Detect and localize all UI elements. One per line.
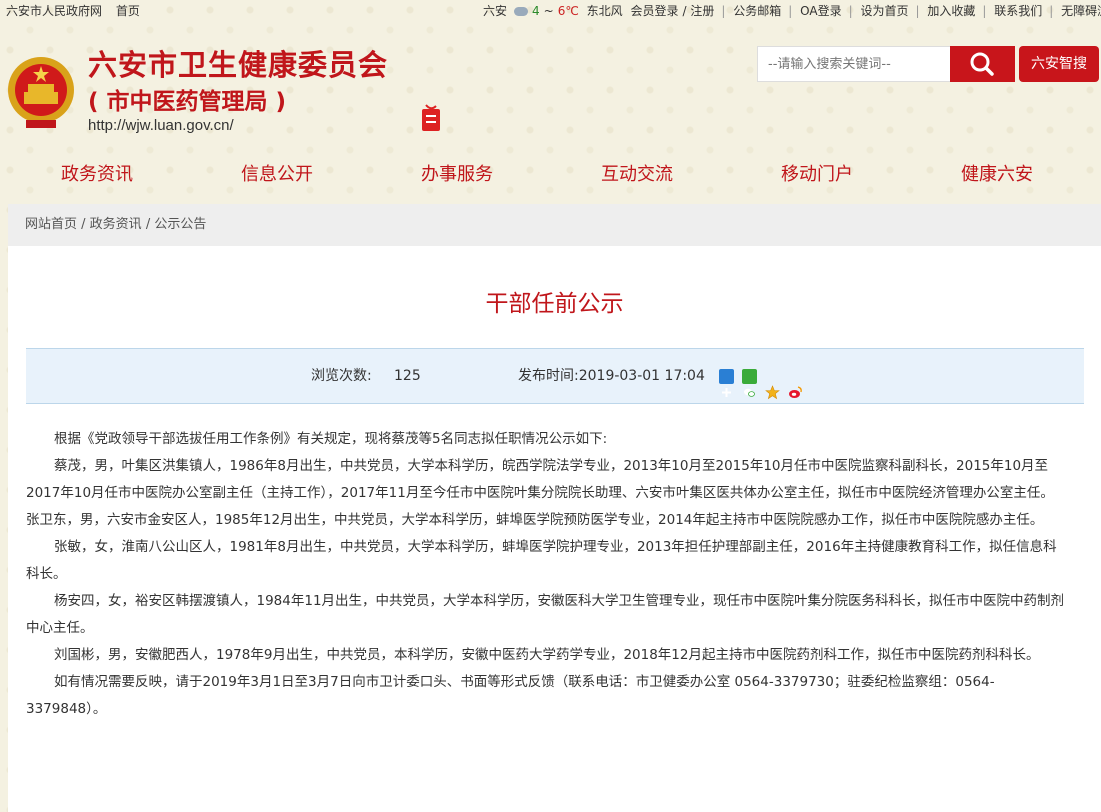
views-label: 浏览次数: <box>311 368 372 384</box>
site-url[interactable]: http://wjw.luan.gov.cn/ <box>88 117 234 134</box>
nav-item-services[interactable]: 办事服务 <box>421 155 493 195</box>
nav-item-news[interactable]: 政务资讯 <box>61 155 133 195</box>
nav-item-health[interactable]: 健康六安 <box>961 155 1033 195</box>
accessible-link[interactable]: 无障碍浏览 <box>1061 4 1101 18</box>
register-link[interactable]: 注册 <box>690 4 714 18</box>
search-icon <box>970 52 994 76</box>
weather-wind: 东北风 <box>586 4 623 18</box>
seal-icon <box>420 103 442 133</box>
main-nav: 政务资讯 信息公开 办事服务 互动交流 移动门户 健康六安 <box>0 155 1101 195</box>
breadcrumb-current[interactable]: 公示公告 <box>154 217 206 232</box>
nav-item-interaction[interactable]: 互动交流 <box>601 155 673 195</box>
contact-link[interactable]: 联系我们 <box>994 4 1042 18</box>
article-paragraph: 刘国彬，男，安徽肥西人，1978年9月出生，中共党员，本科学历，安徽中医药大学药… <box>54 647 1040 663</box>
published-label: 发布时间: <box>518 368 579 384</box>
article-container: 干部任前公示 浏览次数: 125 发布时间:2019-03-01 17:04 根… <box>8 246 1101 812</box>
breadcrumb-home[interactable]: 网站首页 <box>25 217 77 232</box>
qzone-star-icon[interactable] <box>765 369 780 400</box>
mail-link[interactable]: 公务邮箱 <box>733 4 781 18</box>
weather-cloud-icon <box>514 7 529 16</box>
search-input[interactable] <box>758 47 950 81</box>
emblem-icon <box>6 52 76 132</box>
share-plus-icon[interactable] <box>719 369 734 397</box>
breadcrumb: 网站首页 / 政务资讯 / 公示公告 <box>8 204 1101 246</box>
article-meta: 浏览次数: 125 发布时间:2019-03-01 17:04 <box>26 348 1084 404</box>
login-link[interactable]: 会员登录 <box>631 4 679 18</box>
published-date: 2019-03-01 17:04 <box>578 368 705 384</box>
article-paragraph: 根据《党政领导干部选拔任用工作条例》有关规定，现将蔡茂等5名同志拟任职情况公示如… <box>54 431 608 447</box>
breadcrumb-section[interactable]: 政务资讯 <box>90 217 142 232</box>
weather-city: 六安 <box>483 4 508 18</box>
temp-high: 6℃ <box>557 4 579 18</box>
favorite-link[interactable]: 加入收藏 <box>927 4 975 18</box>
nav-item-info[interactable]: 信息公开 <box>241 155 313 195</box>
gov-site-link[interactable]: 六安市人民政府网 <box>6 4 102 18</box>
oa-link[interactable]: OA登录 <box>800 4 841 18</box>
wechat-icon[interactable] <box>742 369 757 397</box>
article-paragraph: 杨安四，女，裕安区韩摆渡镇人，1984年11月出生，中共党员，大学本科学历，安徽… <box>26 593 1065 636</box>
home-link[interactable]: 首页 <box>116 4 140 18</box>
temp-low: 4 <box>532 4 540 18</box>
breadcrumb-sep: / <box>141 217 155 232</box>
top-bar-right: 六安 4 ~6℃ 东北风 会员登录 / 注册 | 公务邮箱 | OA登录 | 设为首页 | 加… <box>483 0 1101 22</box>
views-count: 125 <box>394 368 421 384</box>
nav-item-mobile[interactable]: 移动门户 <box>781 155 853 195</box>
set-home-link[interactable]: 设为首页 <box>861 4 909 18</box>
article-paragraph: 蔡茂，男，叶集区洪集镇人，1986年8月出生，中共党员，大学本科学历，皖西学院法… <box>26 458 1054 501</box>
search-box <box>757 46 1015 82</box>
top-bar-left: 六安市人民政府网 首页 <box>6 0 150 22</box>
site-subtitle: ( 市中医药管理局 ) <box>88 89 287 115</box>
liuan-search-button[interactable]: 六安智搜 <box>1019 46 1099 82</box>
article-paragraph: 张敏，女，淮南八公山区人，1981年8月出生，中共党员，大学本科学历，蚌埠医学院… <box>26 539 1057 582</box>
published-info: 发布时间:2019-03-01 17:04 <box>518 349 705 403</box>
search-button[interactable] <box>950 46 1015 82</box>
weibo-icon[interactable] <box>788 369 803 398</box>
top-bar: 六安市人民政府网 首页 六安 4 ~6℃ 东北风 会员登录 / 注册 | 公务邮箱 | O… <box>0 0 1101 22</box>
article-body: 根据《党政领导干部选拔任用工作条例》有关规定，现将蔡茂等5名同志拟任职情况公示如… <box>26 426 1066 723</box>
article-title: 干部任前公示 <box>485 291 624 317</box>
site-title: 六安市卫生健康委员会 <box>88 48 389 82</box>
temp-sep: ~ <box>543 4 554 18</box>
breadcrumb-sep: / <box>77 217 90 232</box>
article-paragraph: 张卫东，男，六安市金安区人，1985年12月出生，中共党员，大学本科学历，蚌埠医… <box>26 512 1044 528</box>
article-paragraph: 如有情况需要反映，请于2019年3月1日至3月7日向市卫计委口头、书面等形式反馈… <box>26 674 995 717</box>
